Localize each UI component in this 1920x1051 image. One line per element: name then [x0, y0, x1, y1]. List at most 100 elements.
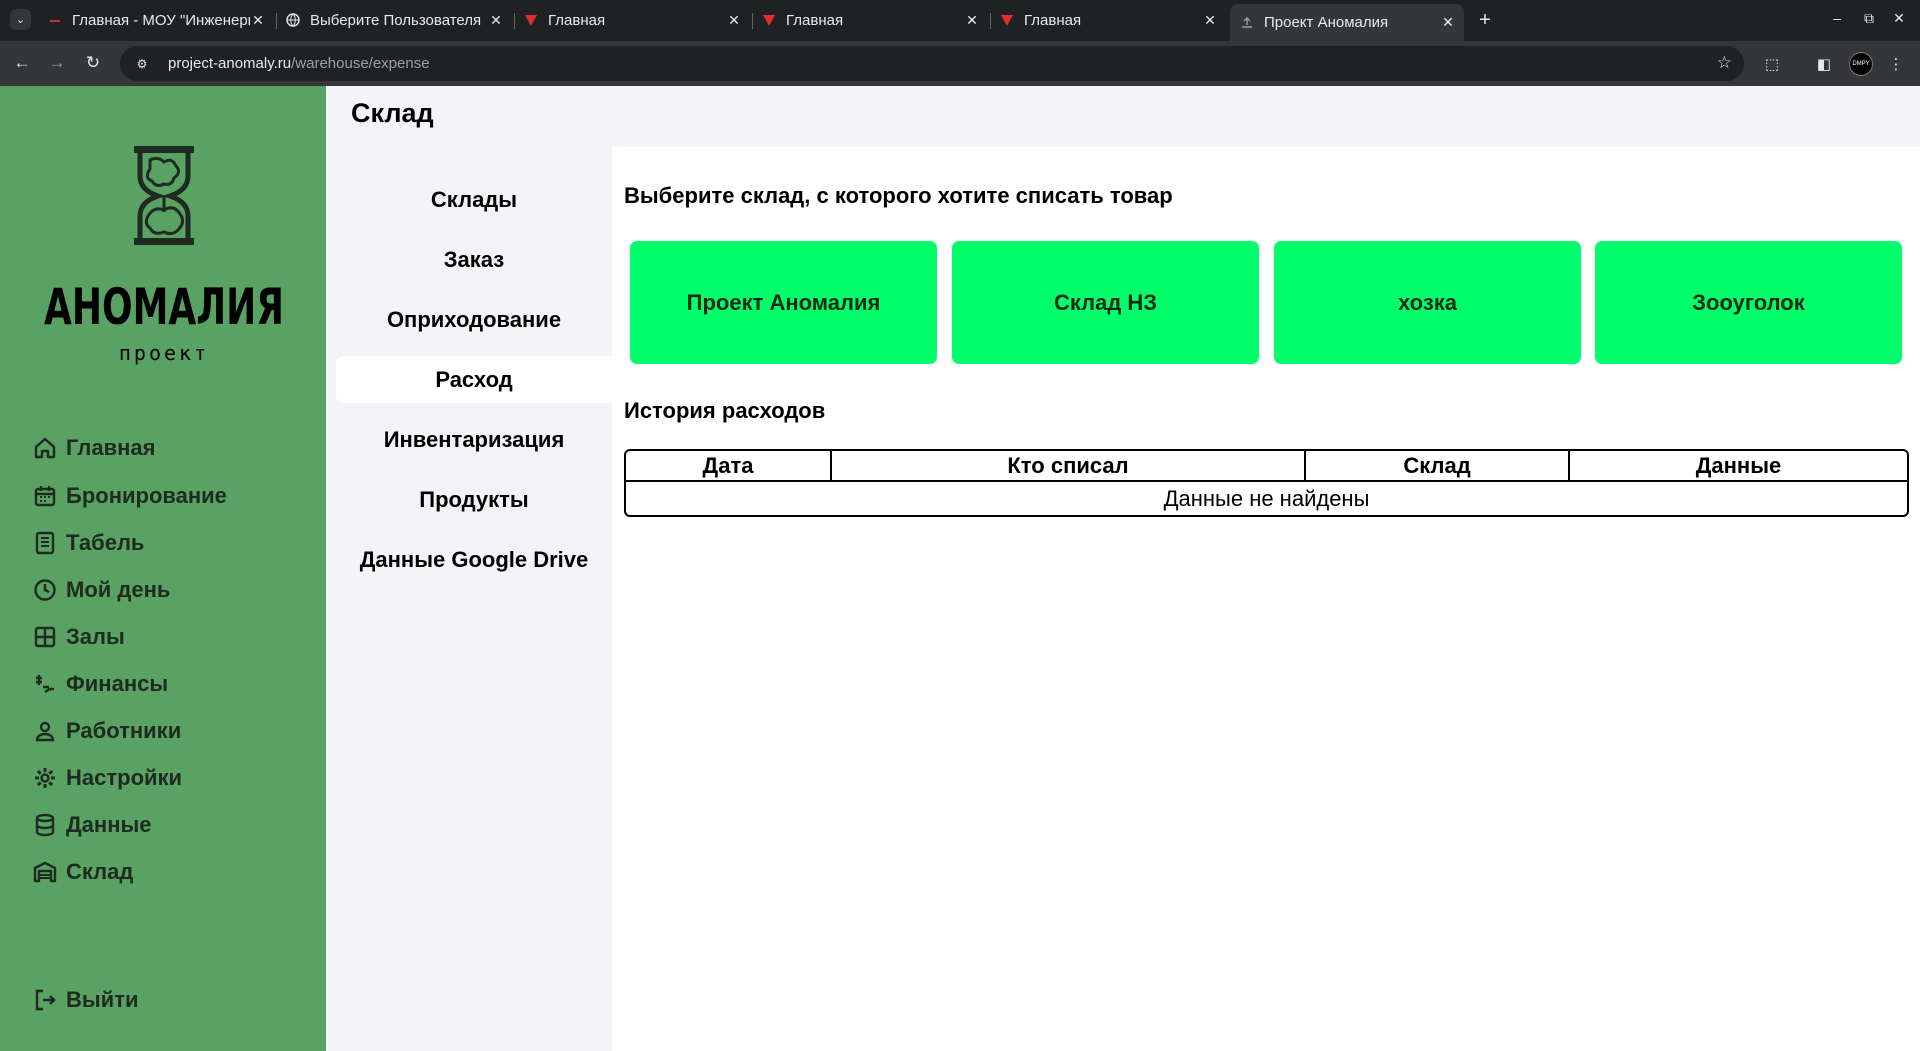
browser-tab-4[interactable]: Главная ✕ — [752, 6, 988, 34]
close-icon[interactable]: ✕ — [250, 12, 266, 29]
warehouse-button-nz[interactable]: Склад НЗ — [952, 241, 1259, 364]
forward-arrow-icon[interactable]: → — [47, 53, 67, 73]
chevron-down-icon: ⌄ — [15, 14, 26, 26]
sidebar-item-halls[interactable]: Залы — [32, 620, 125, 654]
close-icon[interactable]: ✕ — [726, 12, 742, 29]
sidebar-item-label: Мой день — [66, 577, 171, 602]
subnav-item-google-drive[interactable]: Данные Google Drive — [336, 536, 612, 583]
anomaly-logo[interactable]: АНОМАЛИЯ проект — [40, 138, 288, 378]
subnav-item-products[interactable]: Продукты — [336, 476, 612, 523]
url-host: project-anomaly.ru — [168, 55, 292, 72]
side-panel-icon[interactable]: ◧ — [1813, 53, 1835, 75]
sidebar-item-label: Табель — [66, 530, 145, 555]
database-icon — [32, 812, 58, 838]
restore-icon[interactable]: ⧉ — [1859, 10, 1879, 27]
extensions-icon[interactable]: ⬚ — [1761, 53, 1783, 75]
browser-tab-active[interactable]: Проект Аномалия ✕ — [1230, 4, 1464, 41]
close-icon[interactable]: ✕ — [488, 12, 504, 29]
select-warehouse-title: Выберите склад, с которого хотите списат… — [624, 183, 1173, 208]
table-row: Данные не найдены — [626, 482, 1907, 515]
logout-icon — [32, 987, 58, 1013]
subnav-item-receipt[interactable]: Оприходование — [336, 296, 612, 343]
close-window-icon[interactable]: ✕ — [1889, 10, 1909, 27]
subnav-item-expense[interactable]: Расход — [336, 356, 612, 403]
red-triangle-favicon-icon — [525, 15, 537, 26]
sidebar-item-finance[interactable]: Финансы — [32, 667, 168, 701]
logout-label: Выйти — [66, 987, 139, 1012]
sidebar-item-timesheet[interactable]: Табель — [32, 526, 144, 560]
red-triangle-favicon-icon — [763, 15, 775, 26]
table-header-row: Дата Кто списал Склад Данные — [626, 451, 1907, 482]
subnav-item-inventory[interactable]: Инвентаризация — [336, 416, 612, 463]
tab-title: Проект Аномалия — [1264, 14, 1389, 31]
gear-icon — [32, 765, 58, 791]
url-path: /warehouse/expense — [291, 55, 430, 72]
sidebar-item-my-day[interactable]: Мой день — [32, 573, 170, 607]
tab-title: Главная — [1024, 11, 1082, 29]
calendar-icon — [32, 483, 58, 509]
tab-title: Главная — [786, 11, 844, 29]
empty-table-message: Данные не найдены — [1163, 485, 1370, 511]
school-favicon-icon — [50, 20, 60, 22]
red-triangle-favicon-icon — [1001, 15, 1013, 26]
browser-tab-3[interactable]: Главная ✕ — [514, 6, 750, 34]
upload-favicon-icon — [1242, 16, 1252, 28]
tab-title: Главная — [548, 11, 606, 29]
plus-icon: + — [1479, 8, 1491, 31]
browser-tab-2[interactable]: Выберите Пользователя ✕ — [276, 6, 512, 34]
sidebar-item-settings[interactable]: Настройки — [32, 761, 182, 795]
browser-tab-5[interactable]: Главная ✕ — [990, 6, 1226, 34]
close-icon[interactable]: ✕ — [1440, 14, 1456, 31]
grid-icon — [32, 624, 58, 650]
column-header-date: Дата — [626, 451, 832, 482]
money-icon — [32, 671, 58, 697]
profile-avatar[interactable]: DMPY — [1849, 52, 1873, 76]
new-tab-button[interactable]: + — [1473, 8, 1497, 32]
clock-icon — [32, 577, 58, 603]
tab-search-button[interactable]: ⌄ — [10, 9, 31, 30]
subnav-item-order[interactable]: Заказ — [336, 236, 612, 283]
sidebar-item-label: Настройки — [66, 765, 183, 790]
warehouse-button-zoo-corner[interactable]: Зооуголок — [1595, 241, 1902, 364]
column-header-data: Данные — [1570, 451, 1907, 482]
expense-history-table: Дата Кто списал Склад Данные Данные не н… — [624, 449, 1909, 517]
sidebar-item-label: Финансы — [66, 671, 169, 696]
close-icon[interactable]: ✕ — [1202, 12, 1218, 29]
tab-title: Главная - МОУ "Инженерная — [72, 11, 250, 29]
home-icon — [32, 435, 58, 461]
browser-tab-bar: ⌄ Главная - МОУ "Инженерная ✕ Выберите П… — [0, 0, 1920, 41]
column-header-who: Кто списал — [832, 451, 1306, 482]
sidebar-item-warehouse[interactable]: Склад — [32, 855, 133, 889]
sidebar-item-booking[interactable]: Бронирование — [32, 479, 227, 513]
minimize-icon[interactable]: – — [1827, 10, 1847, 26]
warehouse-icon — [32, 859, 58, 885]
logo-word: АНОМАЛИЯ — [44, 278, 284, 336]
sidebar-item-label: Склад — [66, 859, 134, 884]
browser-tab-1[interactable]: Главная - МОУ "Инженерная ✕ — [38, 6, 274, 34]
sidebar-item-data[interactable]: Данные — [32, 808, 152, 842]
warehouse-button-hozka[interactable]: хозка — [1274, 241, 1581, 364]
sidebar-item-label: Залы — [66, 624, 125, 649]
bookmark-star-icon[interactable]: ☆ — [1717, 53, 1732, 73]
page-title: Склад — [351, 98, 434, 128]
sidebar-item-label: Главная — [66, 435, 156, 460]
back-arrow-icon[interactable]: ← — [12, 53, 32, 73]
sidebar-item-workers[interactable]: Работники — [32, 714, 181, 748]
reload-icon[interactable]: ↻ — [83, 53, 103, 73]
sidebar-item-home[interactable]: Главная — [32, 431, 155, 465]
user-icon — [32, 718, 58, 744]
browser-toolbar: ← → ↻ ⚙ project-anomaly.ru/warehouse/exp… — [0, 41, 1920, 86]
address-bar[interactable]: ⚙ project-anomaly.ru/warehouse/expense ☆ — [120, 46, 1744, 81]
menu-dots-icon[interactable]: ⋮ — [1885, 53, 1907, 75]
close-icon[interactable]: ✕ — [964, 12, 980, 29]
sidebar-item-label: Данные — [66, 812, 152, 837]
warehouse-button-project-anomaly[interactable]: Проект Аномалия — [630, 241, 937, 364]
document-icon — [32, 530, 58, 556]
globe-icon — [286, 13, 300, 27]
history-title: История расходов — [624, 398, 826, 423]
site-settings-icon[interactable]: ⚙ — [134, 56, 150, 72]
sidebar-item-label: Бронирование — [66, 483, 227, 508]
logout-button[interactable]: Выйти — [32, 983, 139, 1017]
sidebar-item-label: Работники — [66, 718, 182, 743]
subnav-item-warehouses[interactable]: Склады — [336, 176, 612, 223]
